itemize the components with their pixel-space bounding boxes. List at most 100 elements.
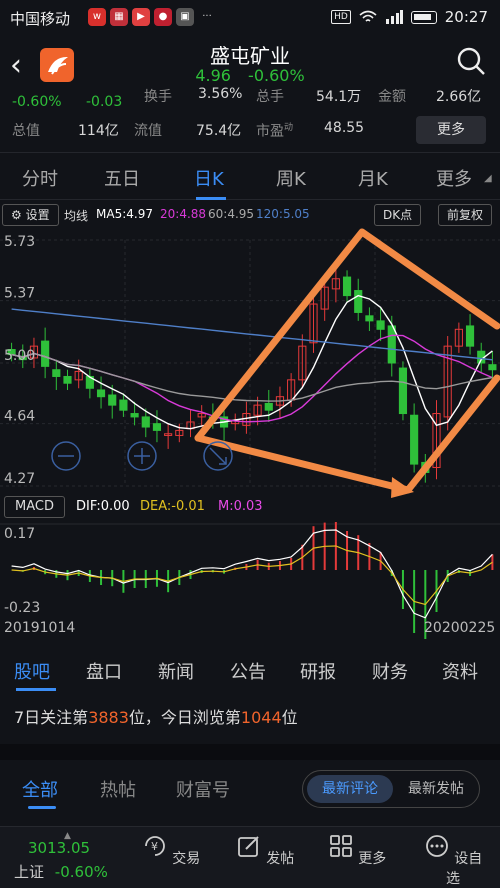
tab-profile[interactable]: 资料 — [442, 658, 478, 684]
y-axis-labels: 5.73 5.37 5.00 4.64 4.27 — [4, 234, 35, 487]
y-tick-label: 5.73 — [4, 234, 35, 250]
adjust-button[interactable]: 前复权 — [438, 204, 493, 226]
candle-body — [41, 340, 50, 367]
macd-dif: DIF:0.00 — [76, 499, 130, 514]
market-cap-label: 总值 — [12, 123, 40, 139]
stock-change: -0.60% — [248, 66, 305, 85]
edit-icon — [237, 836, 259, 857]
post-button[interactable]: 发帖 — [230, 833, 300, 868]
tab-weekly-k[interactable]: 周K — [276, 165, 306, 191]
pe-label: 市盈动 — [256, 123, 294, 140]
stock-header: ‹ 盛屯矿业 4.96 -0.60% — [0, 36, 500, 92]
weibo-icon: w — [88, 8, 106, 26]
candle-body — [119, 399, 128, 411]
zoom-in-button[interactable] — [127, 441, 157, 471]
index-name: 上证 — [14, 863, 45, 881]
status-bar: 中国移动 w ▦ ▶ ● ▣ ··· HD 20:27 — [0, 0, 500, 36]
candle-body — [354, 290, 363, 313]
candle-body — [387, 325, 396, 364]
float-cap-value: 75.4亿 — [196, 123, 242, 139]
settings-button[interactable]: ⚙ 设置 — [2, 204, 59, 226]
view-rank-value: 1044 — [240, 708, 282, 727]
ma20-value: 20:4.88 — [160, 207, 207, 221]
index-change: -0.60% — [54, 863, 108, 881]
feed-tab-all[interactable]: 全部 — [22, 776, 58, 802]
macd-selector[interactable]: MACD — [4, 496, 65, 518]
candle-body — [410, 414, 419, 465]
y-tick-label: 4.27 — [4, 471, 35, 487]
market-cap-value: 114亿 — [78, 123, 119, 139]
candle-body — [63, 375, 72, 384]
more-dots-icon: ··· — [202, 11, 212, 22]
tab-active-indicator — [196, 197, 226, 200]
candle-body — [465, 325, 475, 347]
feed-tab-hot[interactable]: 热帖 — [100, 776, 136, 802]
candle-body — [398, 367, 408, 415]
abs-change: -0.03 — [86, 94, 123, 110]
tab-order-book[interactable]: 盘口 — [86, 658, 122, 684]
pct-change: -0.60% — [12, 94, 62, 110]
video-icon: ▶ — [132, 8, 150, 26]
stock-name: 盛屯矿业 — [210, 44, 290, 68]
index-widget[interactable]: ▲ 3013.05 上证 -0.60% — [14, 831, 108, 882]
candle-body — [52, 369, 61, 377]
candle-body — [152, 423, 162, 431]
tab-intraday[interactable]: 分时 — [22, 165, 58, 191]
clock: 20:27 — [444, 8, 488, 26]
search-icon[interactable] — [456, 46, 486, 76]
index-value: 3013.05 — [28, 839, 91, 857]
tab-research[interactable]: 研报 — [300, 658, 336, 684]
sort-toggle: 最新评论 最新发帖 — [302, 770, 480, 808]
macd-legend: MACD DIF:0.00 DEA:-0.01 M:0.03 — [0, 496, 500, 520]
feed-tab-indicator — [28, 806, 56, 809]
candle-body — [376, 320, 385, 330]
tab-daily-k[interactable]: 日K — [194, 165, 224, 191]
ma20-line — [11, 334, 493, 423]
more-menu-button[interactable]: 更多 — [322, 833, 392, 868]
notification-icons: w ▦ ▶ ● ▣ ··· — [88, 8, 216, 26]
tab-more[interactable]: 更多 — [436, 165, 472, 191]
tab-financials[interactable]: 财务 — [372, 658, 408, 684]
feed-tab-fortune[interactable]: 财富号 — [176, 776, 230, 802]
trade-button[interactable]: ¥ 交易 — [136, 833, 206, 868]
turnover-value: 3.56% — [198, 86, 243, 102]
macd-m: M:0.03 — [218, 499, 263, 514]
zoom-out-button[interactable] — [51, 441, 81, 471]
kline-chart[interactable]: 0.17-0.23 5.735.375.004.644.27 20191014 … — [0, 228, 500, 648]
info-tab-indicator — [16, 688, 56, 691]
macd-y-tick: -0.23 — [4, 600, 40, 616]
annotation-upper-line — [194, 228, 500, 442]
dk-point-button[interactable]: DK点 — [374, 204, 422, 226]
volume-label: 总手 — [256, 89, 284, 105]
sort-latest-posts[interactable]: 最新发帖 — [393, 775, 479, 803]
grid-icon — [329, 835, 352, 857]
more-quote-button[interactable]: 更多 — [416, 116, 486, 144]
sort-latest-comments[interactable]: 最新评论 — [307, 775, 393, 803]
float-cap-label: 流值 — [134, 123, 162, 139]
tab-five-day[interactable]: 五日 — [104, 165, 140, 191]
volume-value: 54.1万 — [316, 89, 362, 105]
carrier-name: 中国移动 — [10, 10, 71, 28]
more-circle-icon — [425, 835, 448, 857]
moving-average-lines — [11, 294, 493, 430]
section-separator — [0, 744, 500, 760]
bottom-bar: ▲ 3013.05 上证 -0.60% ¥ 交易 发帖 更多 设自选 — [0, 826, 500, 888]
candle-body — [342, 276, 352, 297]
tab-forum[interactable]: 股吧 — [14, 658, 50, 684]
tab-monthly-k[interactable]: 月K — [358, 165, 388, 191]
signal-icon — [385, 10, 403, 24]
tab-announcements[interactable]: 公告 — [230, 658, 266, 684]
amount-label: 金额 — [378, 89, 406, 105]
date-start: 20191014 — [4, 620, 75, 636]
stock-price-line: 4.96 -0.60% — [0, 66, 500, 85]
candle-body — [488, 364, 497, 371]
ma-label: 均线 — [64, 209, 89, 223]
candle-body — [130, 413, 139, 418]
candle-body — [108, 394, 117, 406]
settings-label: 设置 — [25, 208, 50, 222]
y-tick-label: 4.64 — [4, 409, 35, 425]
add-watchlist-button[interactable]: 设自选 — [418, 833, 488, 888]
candle-body — [141, 416, 150, 428]
candle-body — [365, 315, 374, 322]
tab-news[interactable]: 新闻 — [158, 658, 194, 684]
